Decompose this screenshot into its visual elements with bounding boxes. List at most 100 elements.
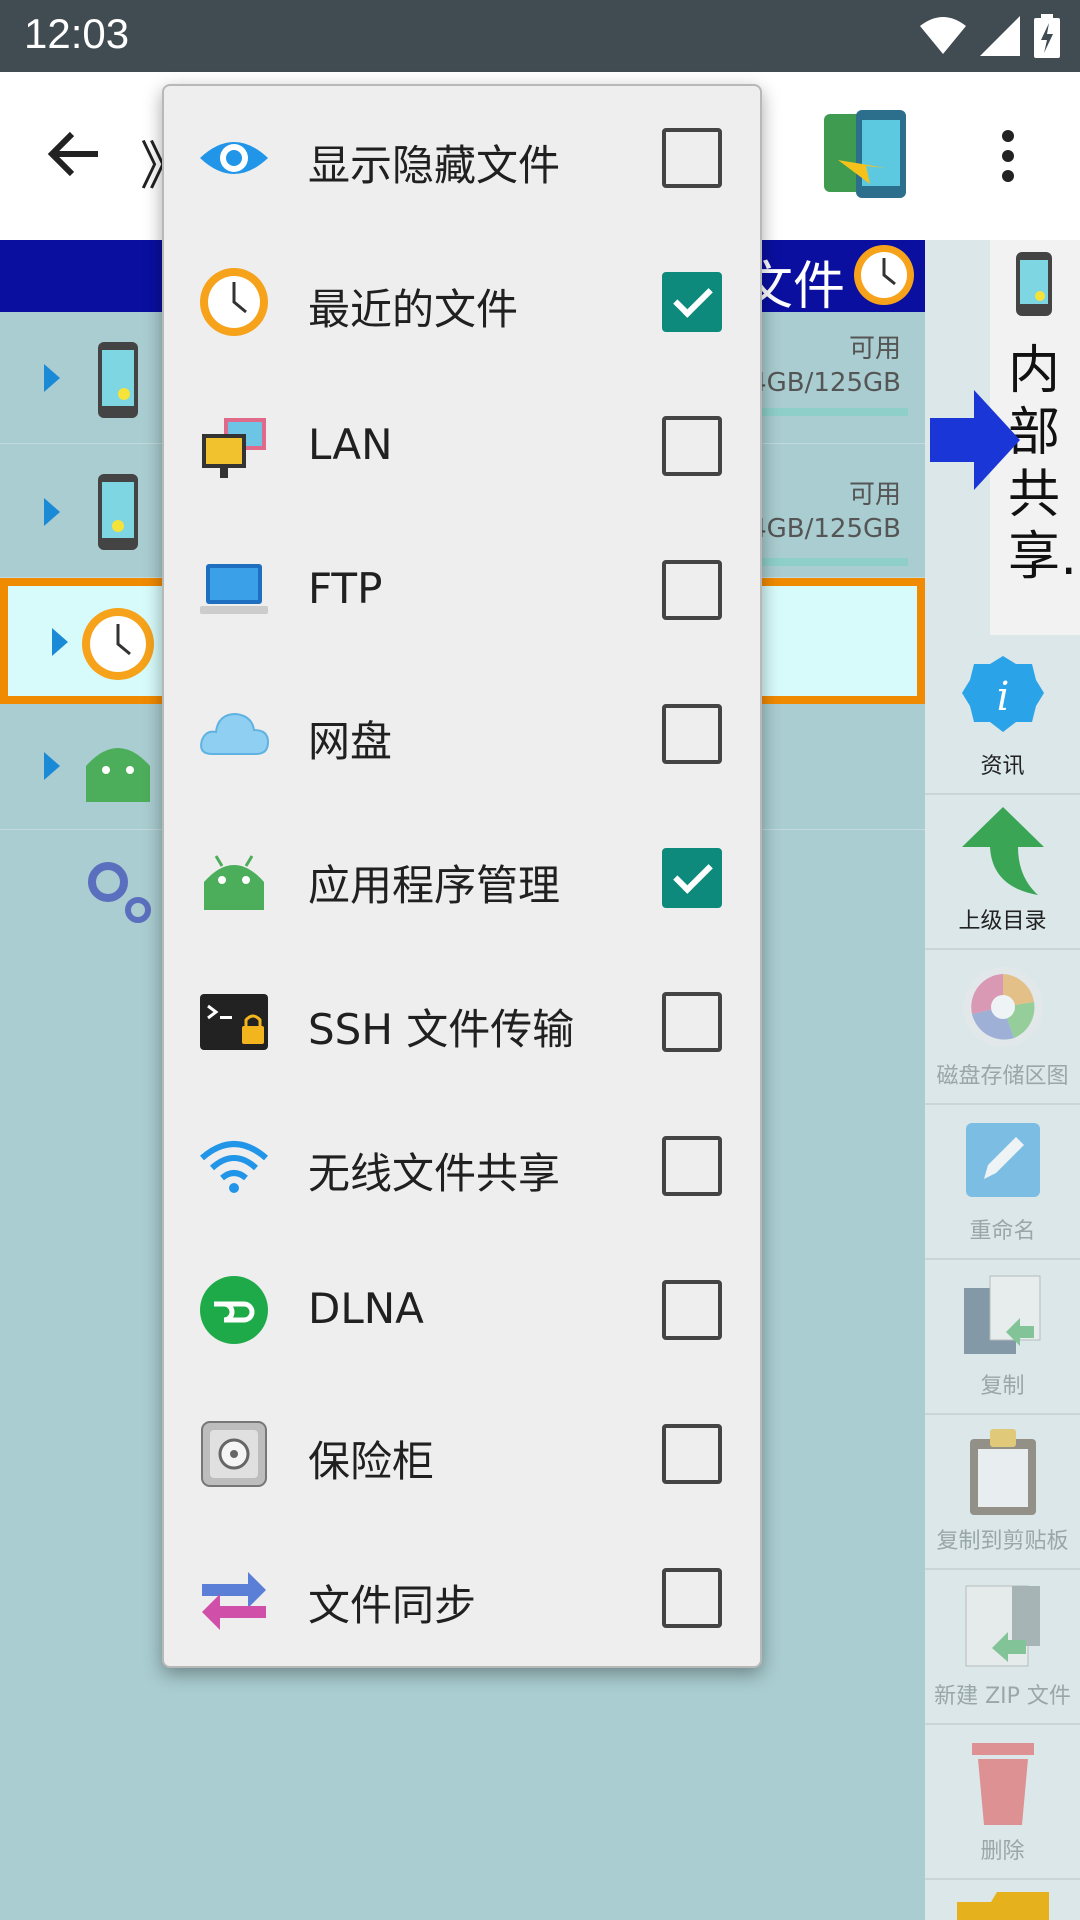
menu-item-label: 显示隐藏文件	[308, 141, 561, 190]
clock-icon	[82, 608, 154, 680]
copy-icon	[964, 1275, 1041, 1354]
signal-icon	[980, 16, 1020, 56]
ftp-icon	[200, 564, 268, 614]
info-label: 资讯	[980, 754, 1025, 779]
menu-item-checkbox[interactable]	[662, 1136, 722, 1196]
rename-label: 重命名	[969, 1219, 1036, 1244]
wifi-icon	[200, 1141, 268, 1193]
menu-item-cloud[interactable]: 网盘	[164, 662, 760, 806]
eye-icon	[200, 142, 268, 174]
copy-to-clipboard-label: 复制到剪贴板	[936, 1529, 1069, 1554]
phone-icon	[98, 342, 138, 418]
menu-item-checkbox[interactable]	[662, 128, 722, 188]
info-button[interactable]: i 资讯	[925, 640, 1080, 795]
menu-item-show-hidden[interactable]: 显示隐藏文件	[164, 86, 760, 230]
menu-item-label: LAN	[308, 420, 393, 469]
new-zip-label: 新建 ZIP 文件	[934, 1684, 1071, 1709]
expand-arrow-icon[interactable]	[52, 628, 68, 656]
menu-item-vault[interactable]: 保险柜	[164, 1382, 760, 1526]
menu-item-checkbox[interactable]	[662, 704, 722, 764]
menu-item-label: SSH 文件传输	[308, 1005, 575, 1054]
phone-icon	[1016, 252, 1052, 316]
wifi-status-icon	[920, 17, 966, 54]
menu-item-ssh[interactable]: SSH 文件传输	[164, 950, 760, 1094]
disk-map-label: 磁盘存储区图	[936, 1064, 1069, 1089]
up-arrow-icon	[962, 807, 1044, 895]
avail-label: 可用	[848, 480, 901, 510]
menu-item-checkbox[interactable]	[662, 1568, 722, 1628]
new-zip-button[interactable]: 新建 ZIP 文件	[925, 1570, 1080, 1725]
avail-value: 4GB/125GB	[750, 368, 901, 398]
cloud-icon	[200, 712, 270, 755]
usage-bar	[760, 558, 908, 566]
menu-item-file-sync[interactable]: 文件同步	[164, 1526, 760, 1670]
trash-icon	[972, 1743, 1034, 1825]
terminal-lock-icon	[200, 994, 268, 1050]
menu-item-label: 应用程序管理	[308, 861, 561, 910]
pencil-icon	[966, 1123, 1040, 1197]
usage-bar	[760, 408, 908, 416]
copy-button[interactable]: 复制	[925, 1260, 1080, 1415]
parent-directory-button[interactable]: 上级目录	[925, 795, 1080, 950]
vault-icon	[201, 1421, 267, 1487]
menu-item-app-manager[interactable]: 应用程序管理	[164, 806, 760, 950]
switch-panel-arrow-icon[interactable]	[930, 390, 1020, 490]
menu-item-checkbox[interactable]	[662, 560, 722, 620]
folder-icon[interactable]	[957, 1892, 1049, 1920]
menu-item-label: 网盘	[308, 717, 393, 766]
clock-icon	[200, 268, 268, 336]
pie-chart-icon	[963, 967, 1043, 1047]
more-options-icon[interactable]	[996, 128, 1020, 184]
gears-icon	[88, 862, 151, 923]
info-icon: i	[962, 656, 1044, 732]
android-icon	[86, 748, 150, 802]
dlna-icon	[200, 1276, 268, 1344]
disk-map-button[interactable]: 磁盘存储区图	[925, 950, 1080, 1105]
menu-item-label: DLNA	[308, 1284, 424, 1333]
menu-item-dlna[interactable]: DLNA	[164, 1238, 760, 1382]
storage-availability: 可用 4GB/125GB	[750, 332, 901, 400]
menu-item-wireless-share[interactable]: 无线文件共享	[164, 1094, 760, 1238]
menu-item-checkbox[interactable]	[662, 992, 722, 1052]
status-bar: 12:03	[0, 0, 1080, 72]
avail-value: 4GB/125GB	[750, 514, 901, 544]
copy-label: 复制	[980, 1374, 1025, 1399]
menu-item-label: 无线文件共享	[308, 1149, 561, 1198]
zip-file-icon	[965, 1585, 1040, 1667]
parent-directory-label: 上级目录	[958, 909, 1047, 934]
copy-to-clipboard-button[interactable]: 复制到剪贴板	[925, 1415, 1080, 1570]
menu-item-ftp[interactable]: FTP	[164, 518, 760, 662]
menu-item-label: 最近的文件	[308, 285, 519, 334]
lan-icon	[202, 418, 266, 478]
status-icons	[920, 10, 1060, 62]
menu-item-checkbox[interactable]	[662, 1280, 722, 1340]
android-icon	[204, 855, 264, 910]
phone-icon	[98, 474, 138, 550]
svg-text:i: i	[997, 674, 1010, 720]
menu-item-lan[interactable]: LAN	[164, 374, 760, 518]
delete-label: 删除	[980, 1839, 1025, 1864]
expand-arrow-icon[interactable]	[44, 498, 60, 526]
menu-item-checkbox[interactable]	[662, 416, 722, 476]
action-sidebar: 内部共享… i 资讯 上级目录 磁盘存储区图 重命名 复制 复制到剪贴板 新建 …	[925, 240, 1080, 1920]
status-time: 12:03	[24, 10, 130, 57]
expand-arrow-icon[interactable]	[44, 364, 60, 392]
menu-item-recent-files[interactable]: 最近的文件	[164, 230, 760, 374]
back-arrow-icon[interactable]	[42, 122, 106, 186]
avail-label: 可用	[848, 334, 901, 364]
view-options-menu: 显示隐藏文件 最近的文件 LAN FTP 网盘 应用程序管理 SSH 文件传输 …	[162, 84, 762, 1668]
battery-icon	[1034, 14, 1060, 58]
menu-item-label: FTP	[308, 564, 383, 613]
menu-item-checkbox[interactable]	[662, 1424, 722, 1484]
delete-button[interactable]: 删除	[925, 1725, 1080, 1880]
menu-item-label: 保险柜	[308, 1437, 435, 1486]
expand-arrow-icon[interactable]	[44, 752, 60, 780]
storage-availability: 可用 4GB/125GB	[750, 478, 901, 546]
menu-item-checkbox[interactable]	[662, 848, 722, 908]
menu-item-checkbox[interactable]	[662, 272, 722, 332]
clipboard-icon	[970, 1429, 1036, 1515]
clock-icon	[854, 245, 914, 305]
menu-item-label: 文件同步	[308, 1581, 477, 1630]
rename-button[interactable]: 重命名	[925, 1105, 1080, 1260]
phone-transfer-icon[interactable]	[820, 108, 910, 200]
